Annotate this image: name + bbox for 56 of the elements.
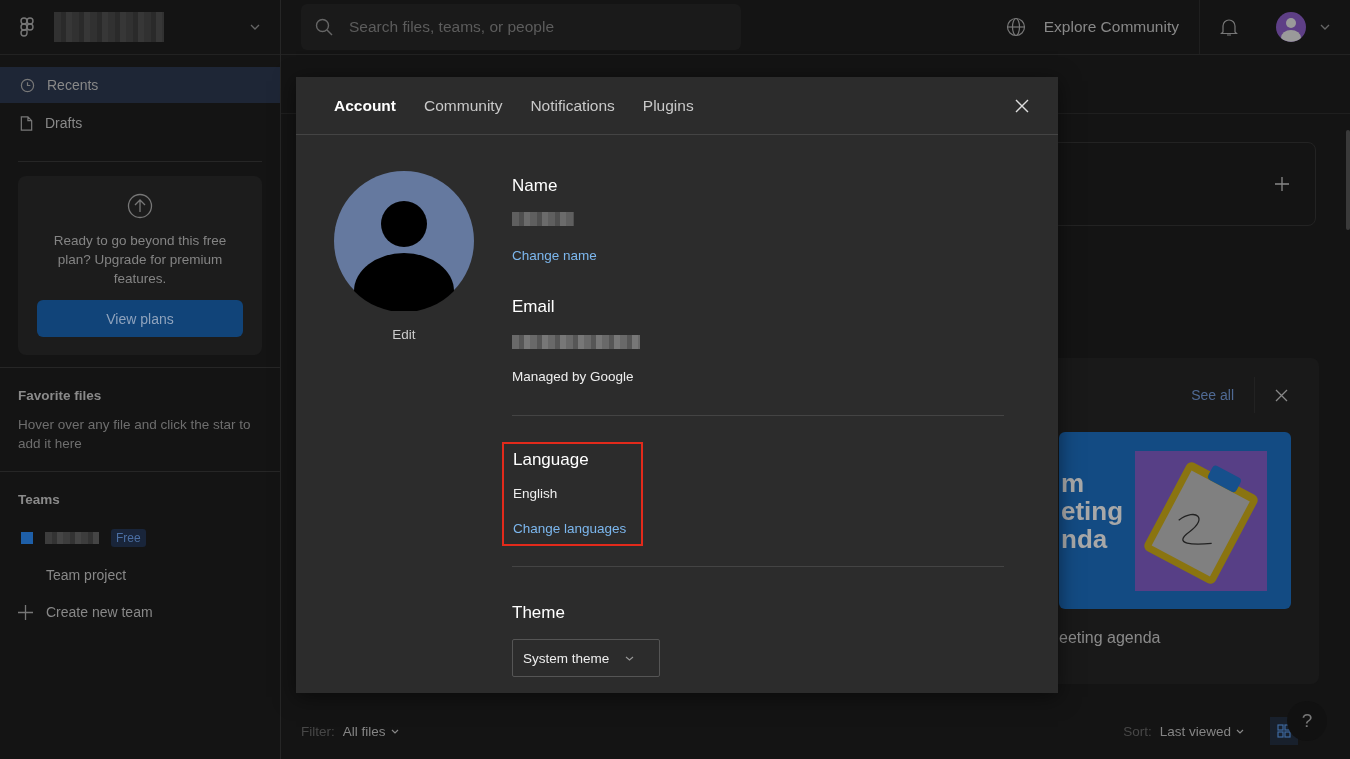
edit-link[interactable]: Edit: [392, 327, 416, 342]
chevron-down-icon[interactable]: [1320, 24, 1330, 30]
file-name: eeting agenda: [1059, 629, 1162, 647]
chevron-down-icon: [625, 655, 635, 661]
plus-icon: [1275, 177, 1289, 191]
thumbnail-title: nda: [1061, 524, 1108, 553]
clock-icon: [20, 77, 35, 93]
change-link[interactable]: Change name: [512, 248, 597, 263]
file-thumbnail[interactable]: m eting nda: [1059, 432, 1291, 609]
field-title: Name: [512, 176, 558, 196]
see-all-link[interactable]: See all: [1191, 387, 1234, 403]
search-icon: [315, 18, 333, 36]
search-input[interactable]: Search files, teams, or people: [347, 17, 727, 37]
filter-dropdown[interactable]: All files: [342, 723, 399, 739]
scrollbar[interactable]: [1346, 130, 1350, 230]
file-icon: [20, 115, 33, 131]
section-title: Favorite files: [18, 388, 103, 403]
redaction-mark: [512, 212, 574, 226]
chevron-down-icon: [1236, 728, 1244, 734]
globe-icon: [1005, 17, 1026, 37]
section-title: Teams: [18, 492, 61, 507]
explore-community-link[interactable]: Explore Community: [1043, 18, 1179, 36]
theme-dropdown[interactable]: System theme: [512, 639, 660, 677]
favorites-hint: Hover over any file and click the star to add it here: [18, 416, 252, 453]
team-link[interactable]: Create new team: [46, 604, 153, 620]
chevron-down-icon: [390, 728, 399, 734]
upgrade-text: Ready to go beyond this free plan? Upgrade for premium features.: [52, 232, 228, 288]
tab[interactable]: Account: [334, 96, 396, 115]
tab[interactable]: Notifications: [530, 96, 615, 115]
chevron-down-icon[interactable]: [250, 24, 260, 30]
field-title: Theme: [512, 603, 565, 623]
nav-item[interactable]: Drafts: [0, 105, 280, 141]
search-field[interactable]: Search files, teams, or people: [301, 4, 741, 50]
field-title: Language: [513, 450, 589, 470]
close-icon[interactable]: [1275, 388, 1288, 402]
sort-dropdown[interactable]: Last viewed: [1159, 723, 1244, 739]
avatar-icon[interactable]: [1276, 12, 1306, 42]
tab[interactable]: Plugins: [642, 96, 694, 115]
field-title: Email: [512, 297, 555, 317]
plus-icon: [18, 604, 33, 620]
tab[interactable]: Community: [424, 96, 503, 115]
view-plans-button[interactable]: View plans: [37, 300, 243, 337]
team-link[interactable]: Team project: [46, 567, 127, 583]
thumbnail-title: m: [1061, 468, 1086, 497]
bell-icon[interactable]: [1220, 17, 1238, 37]
grid-icon: [1277, 724, 1291, 738]
field-note: Managed by Google: [512, 369, 634, 384]
avatar-icon[interactable]: [334, 171, 474, 311]
plan-badge: Free: [111, 529, 146, 547]
logo-icon: [20, 17, 34, 37]
redaction-mark: [45, 532, 99, 544]
nav-item[interactable]: Recents: [0, 67, 280, 103]
upload-icon: [127, 193, 153, 219]
field-value: English: [513, 486, 558, 501]
change-link[interactable]: Change languages: [513, 521, 627, 536]
thumbnail-title: eting: [1061, 496, 1124, 525]
